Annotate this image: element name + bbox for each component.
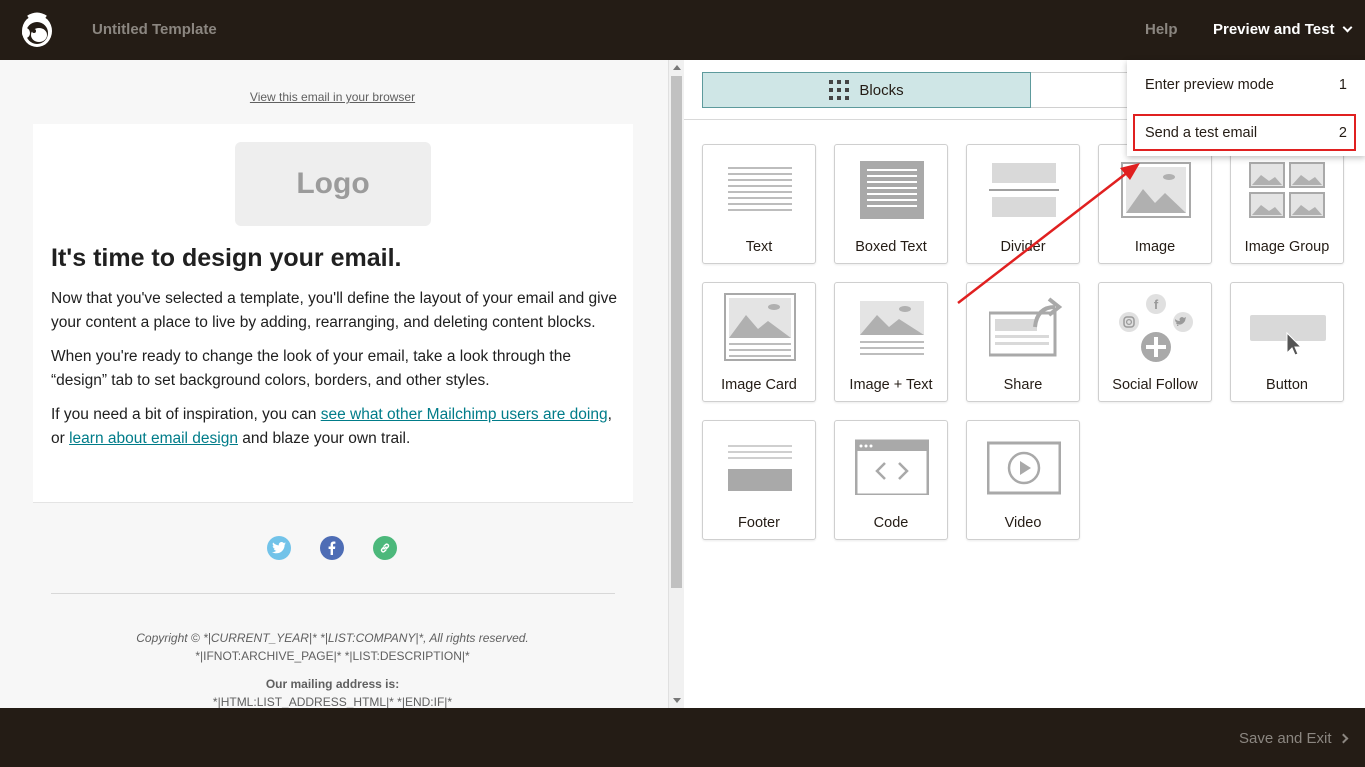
block-label: Image Card — [721, 377, 797, 393]
tab-blocks-label: Blocks — [859, 81, 904, 99]
block-label: Divider — [1000, 239, 1046, 255]
preview-and-test-button[interactable]: Preview and Test — [1213, 21, 1353, 38]
copyright-text: Copyright © *|CURRENT_YEAR|* *|LIST:COMP… — [136, 631, 529, 645]
tab-blocks[interactable]: Blocks — [702, 72, 1031, 108]
block-label: Video — [1004, 515, 1042, 531]
twitter-icon[interactable] — [267, 536, 291, 560]
chevron-right-icon — [1338, 733, 1349, 744]
template-title[interactable]: Untitled Template — [92, 21, 217, 38]
paragraph-text: If you need a bit of inspiration, you ca… — [51, 406, 321, 423]
video-block-icon — [987, 441, 1061, 495]
block-label: Code — [873, 515, 909, 531]
paragraph-text: and blaze your own trail. — [237, 430, 411, 447]
image-text-block-icon — [860, 301, 924, 355]
scroll-thumb[interactable] — [671, 76, 682, 588]
block-label: Social Follow — [1112, 377, 1198, 393]
divider-block-icon — [989, 163, 1059, 217]
email-paragraph: When you're ready to change the look of … — [51, 348, 571, 389]
grid-icon — [829, 80, 850, 100]
block-image-text[interactable]: Image + Text — [834, 282, 948, 402]
block-label: Image Group — [1244, 239, 1330, 255]
block-share[interactable]: Share — [966, 282, 1080, 402]
mailing-address-heading: Our mailing address is: — [265, 677, 400, 691]
mailchimp-users-link[interactable]: see what other Mailchimp users are doing — [321, 406, 608, 423]
block-text[interactable]: Text — [702, 144, 816, 264]
email-body-text: Now that you've selected a template, you… — [51, 287, 617, 461]
annotation-highlight-box — [1133, 114, 1356, 151]
menu-item-label: Enter preview mode — [1145, 77, 1274, 93]
block-label: Share — [1003, 377, 1043, 393]
email-footer: Copyright © *|CURRENT_YEAR|* *|LIST:COMP… — [0, 629, 665, 708]
scroll-down-arrow-icon[interactable] — [673, 698, 681, 703]
image-block-icon — [1121, 162, 1191, 218]
content-blocks-pane: Blocks Text Boxed Text Divider Image Ima… — [684, 60, 1365, 708]
block-boxed-text[interactable]: Boxed Text — [834, 144, 948, 264]
save-and-exit-button[interactable]: Save and Exit — [1239, 730, 1349, 747]
email-content-block[interactable]: Logo It's time to design your email. Now… — [33, 124, 633, 502]
divider — [51, 593, 615, 594]
block-label: Button — [1266, 377, 1308, 393]
email-paragraph: If you need a bit of inspiration, you ca… — [51, 403, 617, 451]
save-and-exit-label: Save and Exit — [1239, 730, 1332, 747]
image-card-block-icon — [724, 293, 796, 361]
view-in-browser-link[interactable]: View this email in your browser — [0, 90, 665, 104]
email-preview-pane: View this email in your browser Logo It'… — [0, 60, 668, 708]
scroll-up-arrow-icon[interactable] — [673, 65, 681, 70]
block-label: Boxed Text — [855, 239, 927, 255]
text-block-icon — [728, 167, 792, 211]
block-image-card[interactable]: Image Card — [702, 282, 816, 402]
block-label: Image — [1134, 239, 1176, 255]
button-block-icon — [1250, 315, 1326, 356]
block-code[interactable]: Code — [834, 420, 948, 540]
email-design-link[interactable]: learn about email design — [69, 430, 238, 447]
archive-text: *|IFNOT:ARCHIVE_PAGE|* *|LIST:DESCRIPTIO… — [195, 649, 470, 663]
block-label: Footer — [738, 515, 780, 531]
footer-block-icon — [728, 445, 792, 491]
block-button[interactable]: Button — [1230, 282, 1344, 402]
social-follow-block-icon: f — [1119, 294, 1193, 362]
block-social-follow[interactable]: f Social Follow — [1098, 282, 1212, 402]
preview-scrollbar[interactable] — [668, 60, 684, 708]
menu-item-enter-preview-mode[interactable]: Enter preview mode 1 — [1127, 62, 1365, 108]
bottom-bar: Save and Exit — [0, 708, 1365, 767]
block-image[interactable]: Image — [1098, 144, 1212, 264]
mailing-address-text: *|HTML:LIST_ADDRESS_HTML|* *|END:IF|* — [212, 695, 453, 708]
top-bar: Untitled Template Help Preview and Test — [0, 0, 1365, 60]
preview-and-test-label: Preview and Test — [1213, 21, 1335, 38]
block-label: Text — [745, 239, 773, 255]
mailchimp-logo-icon[interactable] — [18, 11, 56, 49]
divider — [33, 502, 633, 503]
link-icon[interactable] — [373, 536, 397, 560]
image-group-block-icon — [1249, 162, 1325, 218]
boxed-text-block-icon — [860, 161, 924, 219]
block-divider[interactable]: Divider — [966, 144, 1080, 264]
share-block-icon — [989, 297, 1063, 357]
svg-text:f: f — [1154, 297, 1159, 312]
block-footer[interactable]: Footer — [702, 420, 816, 540]
block-video[interactable]: Video — [966, 420, 1080, 540]
email-paragraph: Now that you've selected a template, you… — [51, 290, 617, 331]
social-icons-row — [267, 536, 397, 560]
chevron-down-icon — [1342, 22, 1353, 33]
block-label: Image + Text — [849, 377, 933, 393]
facebook-icon[interactable] — [320, 536, 344, 560]
menu-item-shortcut: 1 — [1338, 77, 1347, 93]
email-heading: It's time to design your email. — [51, 244, 402, 272]
block-image-group[interactable]: Image Group — [1230, 144, 1344, 264]
help-link[interactable]: Help — [1145, 21, 1178, 38]
logo-placeholder[interactable]: Logo — [235, 142, 431, 226]
code-block-icon — [855, 439, 929, 495]
